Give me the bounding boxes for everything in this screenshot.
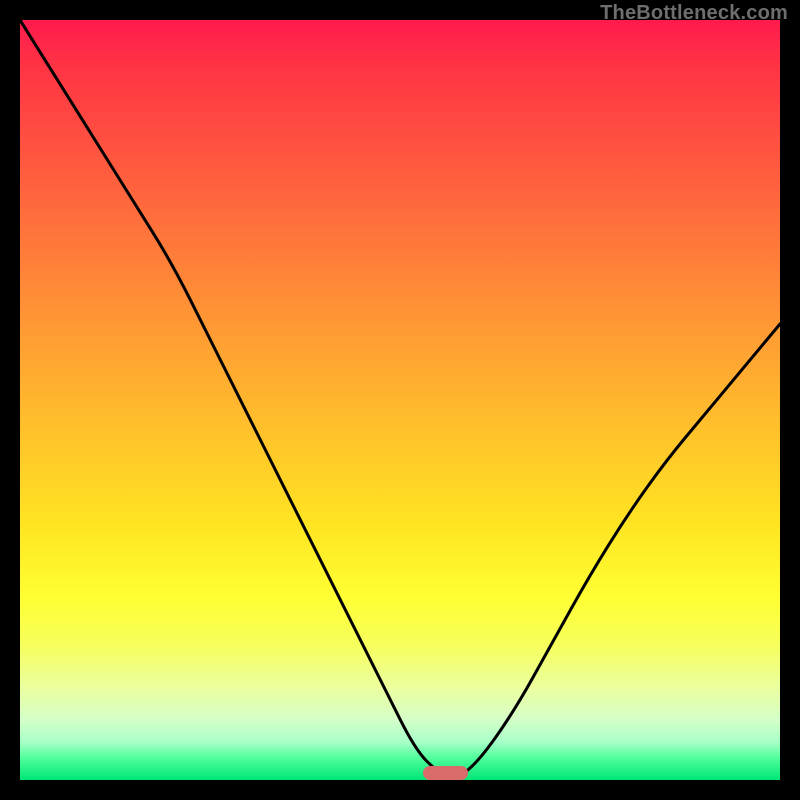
chart-frame: TheBottleneck.com	[0, 0, 800, 800]
watermark-text: TheBottleneck.com	[600, 2, 788, 25]
bottleneck-curve	[20, 20, 780, 780]
curve-path	[20, 20, 780, 777]
plot-area	[20, 20, 780, 780]
minimum-marker	[423, 766, 469, 780]
